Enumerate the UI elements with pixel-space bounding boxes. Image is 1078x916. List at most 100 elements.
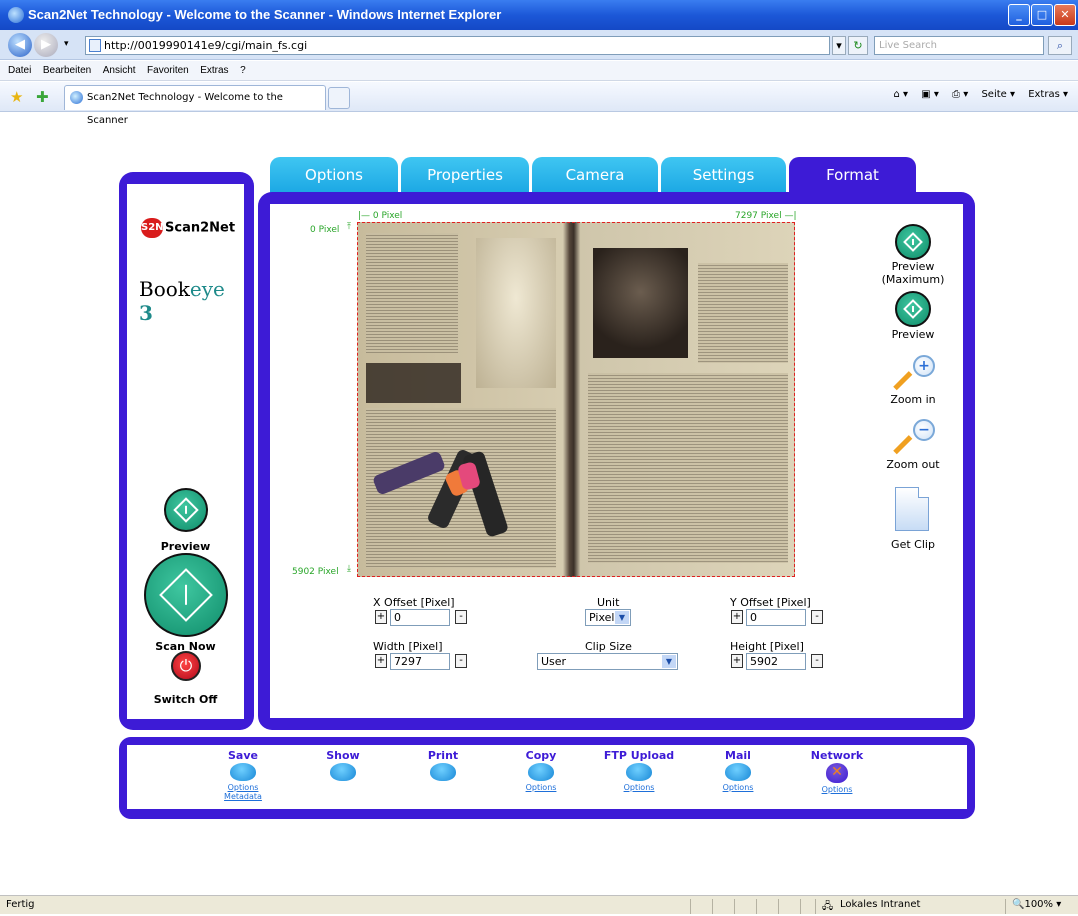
favorites-star-icon[interactable]: ★ — [10, 88, 23, 106]
zoom-out-icon[interactable]: − — [893, 419, 935, 461]
menu-datei[interactable]: Datei — [8, 61, 31, 81]
address-bar: ◀ ▶ ▾ http://0019990141e9/cgi/main_fs.cg… — [0, 30, 1078, 60]
switch-off-button[interactable]: ⏻ — [171, 651, 201, 681]
ruler-up-arrow-icon: ⤒ — [347, 222, 351, 232]
zoom-level[interactable]: 🔍100% ▾ — [1012, 899, 1061, 910]
mail-options-link[interactable]: Options — [708, 783, 768, 792]
newspaper-banner — [366, 363, 461, 403]
menu-favoriten[interactable]: Favoriten — [147, 61, 189, 81]
show-label: Show — [326, 749, 360, 762]
unit-select[interactable]: Pixel ▼ — [585, 609, 631, 626]
refresh-icon[interactable]: ↻ — [848, 36, 868, 55]
get-clip-label: Get Clip — [891, 538, 935, 551]
tab-settings[interactable]: Settings — [661, 157, 786, 195]
diamond-icon — [159, 568, 213, 622]
height-input[interactable]: 5902 — [746, 653, 806, 670]
get-clip-icon[interactable] — [895, 487, 929, 531]
search-icon[interactable]: ⌕ — [1048, 36, 1072, 55]
tab-properties[interactable]: Properties — [401, 157, 529, 195]
y-offset-plus-button[interactable]: + — [731, 610, 743, 624]
tools-menu[interactable]: Extras ▾ — [1028, 89, 1068, 100]
forward-icon[interactable]: ▶ — [34, 33, 58, 57]
scan-now-button[interactable] — [144, 553, 228, 637]
scan2net-logo: S2NScan2Net — [141, 218, 235, 238]
x-offset-plus-button[interactable]: + — [375, 610, 387, 624]
menu-extras[interactable]: Extras — [200, 61, 228, 81]
preview-label-right: Preview — [891, 328, 935, 341]
newspaper-ad — [366, 233, 458, 353]
menu-help[interactable]: ? — [240, 61, 246, 81]
maximize-button[interactable]: □ — [1031, 4, 1053, 26]
zoom-in-icon[interactable]: + — [893, 355, 935, 397]
tab-options[interactable]: Options — [270, 157, 398, 195]
zoom-handle — [893, 435, 913, 455]
preview-go-button[interactable] — [164, 488, 208, 532]
print-button[interactable] — [430, 763, 456, 781]
diamond-icon — [903, 232, 923, 252]
menu-ansicht[interactable]: Ansicht — [103, 61, 136, 81]
copy-label: Copy — [525, 749, 557, 762]
status-bar: Fertig 🖧 Lokales Intranet 🔍100% ▾ — [0, 895, 1078, 914]
ie-icon — [8, 7, 24, 23]
width-plus-button[interactable]: + — [375, 654, 387, 668]
history-dropdown-icon[interactable]: ▾ — [64, 39, 69, 49]
x-offset-input[interactable]: 0 — [390, 609, 450, 626]
preview-button[interactable] — [895, 291, 931, 327]
copy-output: Copy Options — [511, 749, 571, 792]
back-icon[interactable]: ◀ — [8, 33, 32, 57]
y-offset-minus-button[interactable]: - — [811, 610, 823, 624]
close-button[interactable]: ✕ — [1054, 4, 1076, 26]
print-icon[interactable]: ⎙ ▾ — [952, 89, 968, 100]
scan-preview-image[interactable] — [357, 222, 795, 577]
new-tab-button[interactable] — [328, 87, 350, 109]
ftp-upload-output: FTP Upload Options — [599, 749, 679, 792]
preview-maximum-button[interactable] — [895, 224, 931, 260]
clip-size-select[interactable]: User ▼ — [537, 653, 678, 670]
save-metadata-link[interactable]: Metadata — [213, 792, 273, 801]
save-button[interactable] — [230, 763, 256, 781]
url-input[interactable]: http://0019990141e9/cgi/main_fs.cgi — [85, 36, 830, 55]
y-offset-input[interactable]: 0 — [746, 609, 806, 626]
command-bar: ⌂ ▾ ▣ ▾ ⎙ ▾ Seite ▾ Extras ▾ — [883, 89, 1068, 100]
zoom-in-ring: + — [913, 355, 935, 377]
ftp-options-link[interactable]: Options — [599, 783, 679, 792]
x-offset-minus-button[interactable]: - — [455, 610, 467, 624]
ruler-left-top: 0 Pixel — [310, 225, 340, 235]
tab-format[interactable]: Format — [789, 157, 916, 195]
ruler-left-bottom: 5902 Pixel — [292, 567, 339, 577]
home-icon[interactable]: ⌂ ▾ — [893, 89, 908, 100]
height-minus-button[interactable]: - — [811, 654, 823, 668]
mail-output: Mail Options — [708, 749, 768, 792]
preview-maximum-label: Preview (Maximum) — [881, 260, 945, 286]
width-input[interactable]: 7297 — [390, 653, 450, 670]
show-button[interactable] — [330, 763, 356, 781]
copy-options-link[interactable]: Options — [511, 783, 571, 792]
menu-bar: Datei Bearbeiten Ansicht Favoriten Extra… — [0, 61, 1078, 81]
page-icon — [89, 39, 101, 52]
page-menu[interactable]: Seite ▾ — [981, 89, 1015, 100]
width-minus-button[interactable]: - — [455, 654, 467, 668]
mail-button[interactable] — [725, 763, 751, 781]
diamond-icon — [173, 497, 199, 523]
network-options-link[interactable]: Options — [802, 785, 872, 794]
feeds-icon[interactable]: ▣ ▾ — [921, 89, 939, 100]
height-plus-button[interactable]: + — [731, 654, 743, 668]
chevron-down-icon: ▼ — [615, 611, 629, 624]
minimize-button[interactable]: _ — [1008, 4, 1030, 26]
unit-select-value: Pixel — [589, 611, 615, 624]
copy-button[interactable] — [528, 763, 554, 781]
menu-bearbeiten[interactable]: Bearbeiten — [43, 61, 91, 81]
print-label: Print — [427, 749, 459, 762]
control-panel-inner: S2NScan2Net Bookeye 3 Preview Scan Now ⏻… — [127, 184, 244, 719]
intranet-icon: 🖧 — [822, 901, 834, 912]
ftp-upload-button[interactable] — [626, 763, 652, 781]
search-input[interactable]: Live Search — [874, 36, 1044, 55]
browser-tab[interactable]: Scan2Net Technology - Welcome to the Sca… — [64, 85, 326, 126]
tab-camera[interactable]: Camera — [532, 157, 658, 195]
save-options-link[interactable]: Options — [213, 783, 273, 792]
url-dropdown-icon[interactable]: ▾ — [832, 36, 846, 55]
zoom-out-ring: − — [913, 419, 935, 441]
add-favorite-icon[interactable]: ✚ — [36, 88, 49, 106]
network-disabled-icon[interactable]: ✕ — [826, 763, 848, 783]
x-offset-label: X Offset [Pixel] — [373, 596, 455, 609]
